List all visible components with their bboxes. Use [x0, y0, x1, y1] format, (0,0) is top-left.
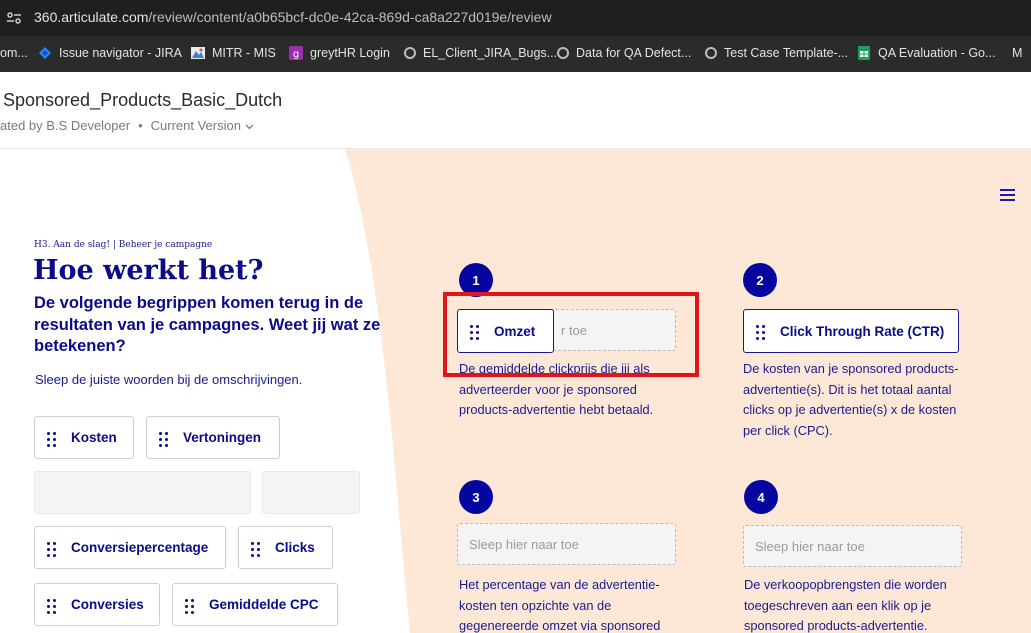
- bookmark-label: greytHR Login: [310, 46, 390, 60]
- instruction-text: Sleep de juiste woorden bij de omschrijv…: [35, 372, 303, 387]
- url-domain: 360.articulate.com: [34, 9, 149, 25]
- chip-label: Gemiddelde CPC: [209, 597, 319, 612]
- item-number-badge: 4: [744, 480, 778, 514]
- chip-label: Kosten: [71, 430, 117, 445]
- bookmark-label: om...: [0, 46, 28, 60]
- menu-icon[interactable]: [1000, 189, 1016, 201]
- highlight-annotation: [443, 292, 699, 377]
- url-text[interactable]: 360.articulate.com/review/content/a0b65b…: [34, 9, 552, 25]
- site-info-icon[interactable]: [6, 10, 22, 26]
- bookmark-data-qa[interactable]: Data for QA Defect...: [557, 46, 691, 60]
- separator-dot: •: [138, 118, 143, 133]
- bookmark-label: Test Case Template-...: [724, 46, 849, 60]
- bookmark-label: EL_Client_JIRA_Bugs...: [423, 46, 558, 60]
- chip-kosten[interactable]: Kosten: [34, 416, 134, 459]
- bookmark-label: QA Evaluation - Go...: [878, 46, 996, 60]
- created-by: ated by B.S Developer: [0, 118, 131, 133]
- item-description-2: De kosten van je sponsored products-adve…: [743, 361, 959, 438]
- chip-vertoningen[interactable]: Vertoningen: [146, 416, 280, 459]
- version-dropdown[interactable]: Current Version: [151, 118, 254, 133]
- jira-icon: [39, 47, 51, 59]
- greythr-icon: g: [289, 46, 303, 60]
- chip-gemiddelde-cpc[interactable]: Gemiddelde CPC: [172, 583, 338, 626]
- item-description-4: De verkoopopbrengsten die worden toegesc…: [744, 577, 947, 633]
- bookmark-label: MITR - MIS: [212, 46, 276, 60]
- chip-label: Conversies: [71, 597, 144, 612]
- bookmarks-bar: om... Issue navigator - JIRA MITR - MIS …: [0, 36, 1031, 72]
- chip-clicks[interactable]: Clicks: [238, 526, 333, 569]
- drag-handle-icon: [159, 431, 169, 447]
- bookmark-test-case[interactable]: Test Case Template-...: [705, 46, 848, 60]
- placed-chip-ctr[interactable]: Click Through Rate (CTR): [743, 309, 959, 353]
- drop-zone-placeholder: Sleep hier naar toe: [755, 538, 865, 554]
- drag-handle-icon: [185, 598, 195, 614]
- bookmark-qa-eval[interactable]: QA Evaluation - Go...: [857, 46, 995, 60]
- drag-handle-icon: [756, 325, 766, 340]
- svg-text:g: g: [293, 49, 299, 60]
- bookmark-label: Data for QA Defect...: [576, 46, 692, 60]
- breadcrumb: H3. Aan de slag! | Beheer je campagne: [34, 240, 213, 250]
- bookmark-mitr[interactable]: MITR - MIS: [191, 46, 276, 60]
- chip-label: Conversiepercentage: [71, 540, 209, 555]
- bookmark-0[interactable]: om...: [0, 46, 28, 60]
- bookmark-greythr[interactable]: g greytHR Login: [289, 46, 390, 60]
- bookmark-jira[interactable]: Issue navigator - JIRA: [38, 46, 182, 60]
- chip-conversies[interactable]: Conversies: [34, 583, 160, 626]
- drag-handle-icon: [251, 541, 261, 557]
- chip-label: Click Through Rate (CTR): [780, 323, 945, 339]
- bookmark-more[interactable]: M: [1012, 46, 1022, 60]
- drag-handle-icon: [47, 598, 57, 614]
- version-label: Current Version: [150, 118, 241, 133]
- bookmark-el-client[interactable]: EL_Client_JIRA_Bugs...: [404, 46, 557, 60]
- course-meta: ated by B.S Developer • Current Version: [0, 118, 254, 133]
- drag-handle-icon: [47, 541, 57, 557]
- slide-heading: Hoe werkt het?: [33, 255, 264, 286]
- empty-chip-slot: [34, 471, 251, 514]
- chip-conversiepercentage[interactable]: Conversiepercentage: [34, 526, 226, 569]
- drag-handle-icon: [47, 431, 57, 447]
- item-description-3: Het percentage van de advertentie-kosten…: [459, 577, 661, 633]
- item-number-badge: 2: [743, 263, 777, 297]
- slide-canvas: H3. Aan de slag! | Beheer je campagne Ho…: [0, 149, 1031, 633]
- item-number-badge: 3: [459, 480, 493, 514]
- globe-icon: [404, 47, 416, 59]
- browser-address-bar[interactable]: 360.articulate.com/review/content/a0b65b…: [0, 0, 1031, 36]
- chevron-down-icon: [245, 124, 254, 130]
- bookmark-label: Issue navigator - JIRA: [59, 46, 182, 60]
- url-path: /review/content/a0b65bcf-dc0e-42ca-869d-…: [148, 9, 552, 25]
- page-title: Sponsored_Products_Basic_Dutch: [3, 90, 283, 110]
- chip-label: Vertoningen: [183, 430, 262, 445]
- chip-label: Clicks: [275, 540, 315, 555]
- bookmark-label: M: [1012, 46, 1023, 60]
- empty-chip-slot: [262, 471, 360, 514]
- drop-zone-placeholder: Sleep hier naar toe: [469, 536, 579, 552]
- drop-zone-3[interactable]: Sleep hier naar toe: [457, 523, 676, 565]
- mitr-icon: [191, 47, 205, 59]
- sheets-icon: [858, 46, 870, 60]
- drop-zone-4[interactable]: Sleep hier naar toe: [743, 525, 962, 567]
- globe-icon: [705, 47, 717, 59]
- slide-subheading: De volgende begrippen komen terug in de …: [34, 294, 381, 355]
- globe-icon: [557, 47, 569, 59]
